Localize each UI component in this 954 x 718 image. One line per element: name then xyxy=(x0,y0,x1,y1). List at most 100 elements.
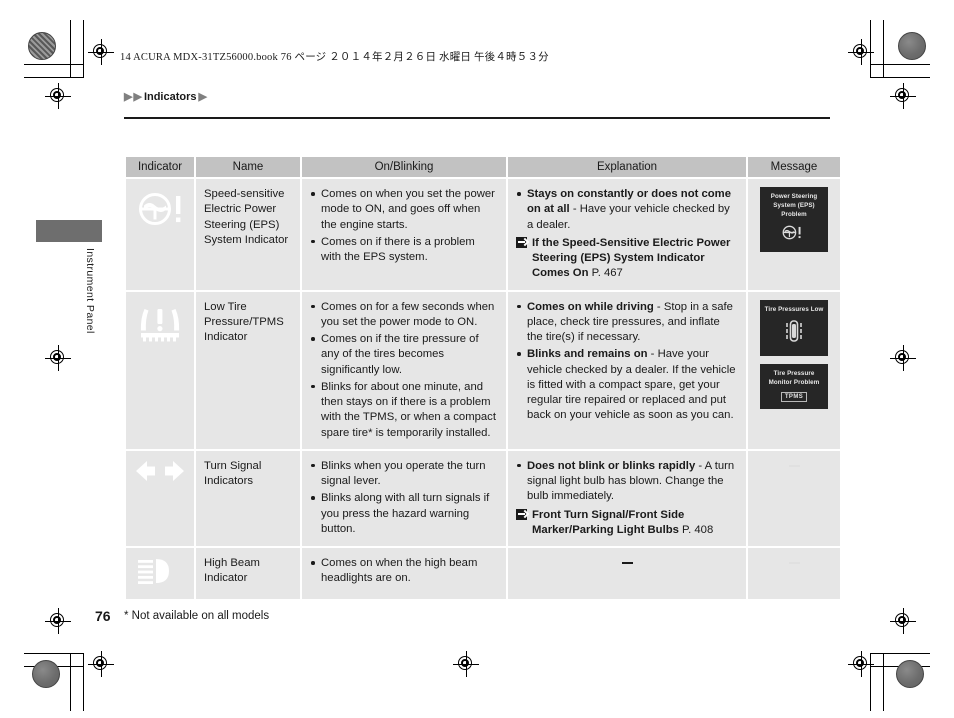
crop-mark-line xyxy=(83,20,84,78)
registration-mark xyxy=(45,345,71,371)
registration-mark xyxy=(890,83,916,109)
table-row: High Beam Indicator Comes on when the hi… xyxy=(126,548,840,600)
table-header-row: Indicator Name On/Blinking Explanation M… xyxy=(126,157,840,177)
indicator-table: Indicator Name On/Blinking Explanation M… xyxy=(124,155,842,601)
message-tile: Tire Pressure Monitor Problem TPMS xyxy=(760,363,828,409)
list-item: Blinks when you operate the turn signal … xyxy=(310,459,498,490)
indicator-name: Low Tire Pressure/TPMS Indicator xyxy=(196,291,300,449)
explanation-condition: Does not blink or blinks rapidly xyxy=(527,459,696,472)
indicator-icon-cell xyxy=(126,179,194,290)
registration-mark xyxy=(45,83,71,109)
on-blinking-cell: Comes on when you set the power mode to … xyxy=(302,179,506,290)
registration-mark xyxy=(890,345,916,371)
crop-mark-line xyxy=(24,653,84,654)
indicator-name: Turn Signal Indicators xyxy=(196,450,300,546)
crop-mark-line xyxy=(883,653,884,711)
list-item: Blinks along with all turn signals if yo… xyxy=(310,491,498,537)
color-control-patch xyxy=(32,660,60,688)
section-tab-block xyxy=(36,220,102,242)
empty-dash xyxy=(621,562,633,564)
list-item: Comes on when the high beam headlights a… xyxy=(310,556,498,587)
message-tile: Tire Pressures Low xyxy=(760,299,828,356)
message-cell: Tire Pressures Low Tire Pressure Monitor… xyxy=(748,291,840,449)
column-header-message: Message xyxy=(748,157,840,177)
color-control-patch xyxy=(28,32,56,60)
eps-steering-wheel-icon xyxy=(763,224,825,246)
empty-dash xyxy=(788,562,800,564)
message-line: Monitor Problem xyxy=(768,378,820,386)
section-tab-label: Instrument Panel xyxy=(84,248,96,334)
book-build-line: 14 ACURA MDX-31TZ56000.book 76 ページ ２０１４年… xyxy=(120,52,549,63)
column-header-name: Name xyxy=(196,157,300,177)
explanation-condition: Blinks and remains on xyxy=(527,348,648,361)
registration-mark xyxy=(848,39,874,65)
list-item: Comes on for a few seconds when you set … xyxy=(310,300,498,331)
list-item: Comes on if the tire pressure of any of … xyxy=(310,332,498,378)
list-item: Comes on if there is a problem with the … xyxy=(310,235,498,266)
footnote: * Not available on all models xyxy=(124,610,270,622)
turn-signal-arrows-icon xyxy=(134,460,186,486)
indicator-name: High Beam Indicator xyxy=(196,548,300,600)
breadcrumb-marker-right-icon: ▶ xyxy=(198,90,207,103)
list-item: Comes on while driving - Stop in a safe … xyxy=(516,300,738,346)
breadcrumb-marker-left2-icon: ▶ xyxy=(133,90,142,103)
cross-reference[interactable]: If the Speed-Sensitive Electric Power St… xyxy=(516,236,738,282)
message-line: Tire Pressures Low xyxy=(764,305,824,313)
tpms-low-tire-pressure-icon xyxy=(137,308,183,349)
explanation-cell: Does not blink or blinks rapidly - A tur… xyxy=(508,450,746,546)
message-line: Power Steering xyxy=(770,193,818,200)
registration-mark xyxy=(453,651,479,677)
table-row: Speed-sensitive Electric Power Steering … xyxy=(126,179,840,290)
message-line: Problem xyxy=(781,210,807,218)
high-beam-headlight-icon xyxy=(134,559,186,589)
crop-mark-line xyxy=(83,653,84,711)
explanation-condition: Comes on while driving xyxy=(527,300,654,313)
message-line-text: System (EPS) xyxy=(773,201,815,209)
column-header-on-blinking: On/Blinking xyxy=(302,157,506,177)
crop-mark-line xyxy=(24,77,84,78)
page-number: 76 xyxy=(95,608,111,624)
registration-mark xyxy=(88,39,114,65)
crop-mark-line xyxy=(870,64,930,65)
registration-mark xyxy=(890,608,916,634)
crop-mark-line xyxy=(870,77,930,78)
list-item: Does not blink or blinks rapidly - A tur… xyxy=(516,459,738,505)
registration-mark xyxy=(848,651,874,677)
registration-mark xyxy=(88,651,114,677)
registration-mark xyxy=(45,608,71,634)
table-row: Turn Signal Indicators Blinks when you o… xyxy=(126,450,840,546)
reference-arrow-icon xyxy=(516,236,527,248)
message-cell: Power Steering System (EPS) Problem xyxy=(748,179,840,290)
eps-steering-wheel-icon xyxy=(135,193,185,234)
explanation-cell: Stays on constantly or does not come on … xyxy=(508,179,746,290)
indicator-icon-cell xyxy=(126,291,194,449)
indicator-icon-cell xyxy=(126,548,194,600)
explanation-cell xyxy=(508,548,746,600)
breadcrumb-marker-left-icon: ▶ xyxy=(124,90,133,103)
crop-mark-line xyxy=(870,653,930,654)
crop-mark-line xyxy=(70,20,71,78)
message-cell xyxy=(748,548,840,600)
reference-arrow-icon xyxy=(516,508,527,520)
empty-dash xyxy=(788,465,800,467)
tpms-badge: TPMS xyxy=(780,391,808,402)
indicator-name: Speed-sensitive Electric Power Steering … xyxy=(196,179,300,290)
crop-mark-line xyxy=(24,64,84,65)
indicator-icon-cell xyxy=(126,450,194,546)
message-line: Tire Pressure xyxy=(773,369,815,377)
cross-reference[interactable]: Front Turn Signal/Front Side Marker/Park… xyxy=(516,508,738,539)
reference-page: P. 408 xyxy=(682,523,714,536)
reference-title: If the Speed-Sensitive Electric Power St… xyxy=(532,236,731,280)
color-control-patch xyxy=(896,660,924,688)
list-item: Comes on when you set the power mode to … xyxy=(310,187,498,233)
list-item: Stays on constantly or does not come on … xyxy=(516,187,738,233)
reference-page: P. 467 xyxy=(591,267,623,280)
table-row: Low Tire Pressure/TPMS Indicator Comes o… xyxy=(126,291,840,449)
on-blinking-cell: Comes on for a few seconds when you set … xyxy=(302,291,506,449)
color-control-patch xyxy=(898,32,926,60)
list-item: Blinks and remains on - Have your vehicl… xyxy=(516,347,738,423)
column-header-explanation: Explanation xyxy=(508,157,746,177)
reference-title: Front Turn Signal/Front Side Marker/Park… xyxy=(532,508,685,536)
explanation-cell: Comes on while driving - Stop in a safe … xyxy=(508,291,746,449)
message-cell xyxy=(748,450,840,546)
